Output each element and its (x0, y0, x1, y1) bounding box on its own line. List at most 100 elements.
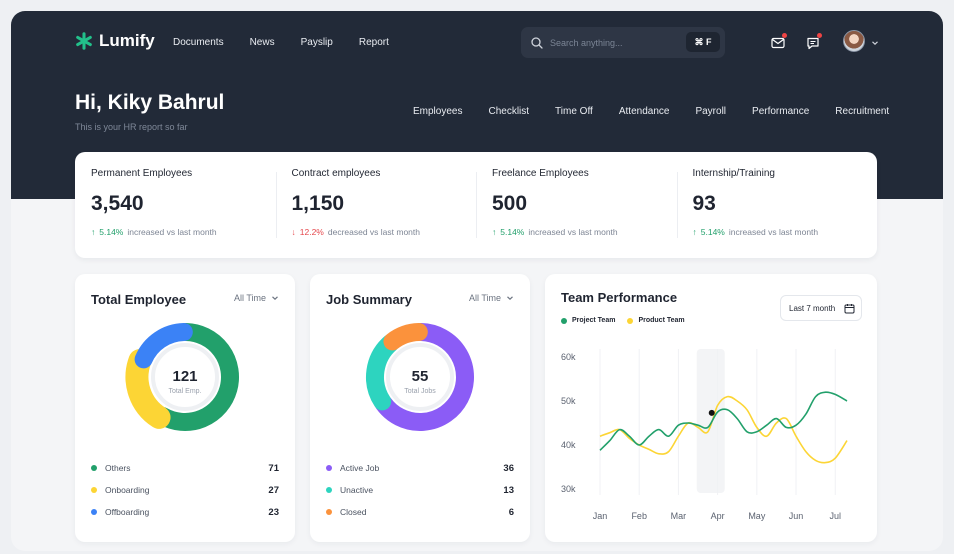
nav-item-payslip[interactable]: Payslip (301, 37, 333, 48)
stats-card: Permanent Employees 3,540 ↑ 5.14% increase… (75, 152, 877, 258)
team-performance-card: Team Performance Project Team Product Te… (545, 274, 877, 542)
messages-button[interactable] (806, 33, 824, 52)
legend-value: 27 (268, 484, 279, 496)
legend-value: 23 (268, 506, 279, 518)
arrow-up-icon: ↑ (692, 227, 697, 237)
x-tick-label: May (748, 511, 766, 521)
stat-freelance: Freelance Employees 500 ↑ 5.14% increased … (476, 152, 677, 258)
filter-label: All Time (468, 293, 501, 303)
stat-permanent: Permanent Employees 3,540 ↑ 5.14% increase… (75, 152, 276, 258)
x-tick-label: Mar (671, 511, 687, 521)
tab-attendance[interactable]: Attendance (619, 106, 670, 117)
stat-title: Permanent Employees (91, 168, 193, 179)
legend-label: Onboarding (105, 485, 150, 495)
job-summary-card: Job Summary All Time 55 Total Jobs Active… (310, 274, 530, 542)
stat-trend: ↑ 5.14% increased vs last month (492, 227, 661, 237)
stat-trend: ↑ 5.14% increased vs last month (693, 227, 862, 237)
job-summary-legend: Active Job 36 Unactive 13 Closed 6 (326, 457, 514, 523)
section-tabs: Employees Checklist Time Off Attendance … (413, 106, 889, 117)
highlight-point[interactable] (708, 409, 715, 416)
tab-checklist[interactable]: Checklist (488, 106, 529, 117)
stat-internship: Internship/Training 93 ↑ 5.14% increased v… (676, 152, 878, 258)
stat-trend: ↑ 5.14% increased vs last month (91, 227, 260, 237)
legend-item-closed: Closed 6 (326, 501, 514, 523)
legend-dot (91, 465, 97, 471)
stat-contract: Contract employees 1,150 ↓ 12.2% decreased… (275, 152, 477, 258)
legend-value: 71 (268, 462, 279, 474)
tab-employees[interactable]: Employees (413, 106, 462, 117)
asterisk-logo-icon (76, 32, 92, 50)
legend-value: 36 (503, 462, 514, 474)
stat-change: 5.14% (500, 227, 525, 237)
donut-center-label: Total Jobs (404, 388, 436, 395)
legend-dot (326, 465, 332, 471)
donut-center-value: 121 (172, 368, 197, 385)
legend-dot (326, 509, 332, 515)
search-input[interactable] (550, 37, 680, 48)
page-title: Hi, Kiky Bahrul (75, 91, 225, 114)
avatar[interactable] (843, 30, 865, 52)
stat-value: 1,150 (291, 192, 345, 215)
chevron-down-icon (507, 296, 513, 301)
filter-label: All Time (233, 293, 266, 303)
y-tick-label: 60k (561, 352, 576, 362)
dashboard-window: Lumify Documents News Payslip Report ⌘ F (11, 11, 943, 551)
main-nav: Documents News Payslip Report (173, 37, 389, 48)
nav-item-news[interactable]: News (250, 37, 275, 48)
x-tick-label: Apr (711, 511, 725, 521)
mail-button[interactable] (771, 33, 789, 52)
brand-logo[interactable]: Lumify (75, 31, 155, 51)
chevron-down-icon (272, 296, 278, 301)
legend-dot (326, 487, 332, 493)
stat-value: 93 (692, 192, 716, 215)
legend-item-offboarding: Offboarding 23 (91, 501, 279, 523)
y-tick-label: 30k (561, 484, 576, 494)
top-navbar: Lumify Documents News Payslip Report ⌘ F (75, 27, 883, 59)
donut-center-label: Total Emp. (168, 388, 201, 395)
stat-note: increased vs last month (728, 227, 819, 237)
stat-change: 5.14% (99, 227, 124, 237)
stat-value: 3,540 (91, 192, 144, 215)
total-employee-card: Total Employee All Time 121 Total Emp. Ot… (75, 274, 295, 542)
legend-item-active-job: Active Job 36 (326, 457, 514, 479)
x-tick-label: Jun (789, 511, 804, 521)
arrow-up-icon: ↑ (91, 227, 96, 237)
tab-time-off[interactable]: Time Off (555, 106, 593, 117)
stat-note: increased vs last month (127, 227, 217, 237)
card-title: Job Summary (326, 292, 412, 307)
tab-recruitment[interactable]: Recruitment (835, 106, 889, 117)
donut-segment-closed[interactable] (383, 323, 428, 351)
chat-icon (807, 37, 819, 50)
tab-performance[interactable]: Performance (752, 106, 809, 117)
legend-label: Closed (340, 507, 367, 517)
legend-dot (91, 487, 97, 493)
arrow-down-icon: ↓ (291, 227, 296, 237)
legend-label: Others (105, 463, 131, 473)
stat-note: increased vs last month (528, 227, 618, 237)
messages-notification-dot (817, 33, 822, 38)
search-icon (531, 36, 543, 49)
nav-item-documents[interactable]: Documents (173, 37, 224, 48)
nav-item-report[interactable]: Report (359, 37, 389, 48)
brand-name: Lumify (99, 31, 155, 50)
time-filter-dropdown[interactable]: All Time (469, 293, 514, 303)
stat-value: 500 (492, 192, 528, 215)
arrow-up-icon: ↑ (492, 227, 497, 237)
x-tick-label: Jan (593, 511, 608, 521)
chevron-down-icon[interactable] (871, 39, 879, 47)
total-employee-legend: Others 71 Onboarding 27 Offboarding 23 (91, 457, 279, 523)
legend-label: Offboarding (105, 507, 150, 517)
y-tick-label: 50k (561, 396, 576, 406)
page-subtitle: This is your HR report so far (75, 122, 188, 132)
legend-dot (91, 509, 97, 515)
stat-note: decreased vs last month (327, 227, 420, 237)
legend-value: 13 (503, 484, 514, 496)
tab-payroll[interactable]: Payroll (695, 106, 726, 117)
search-bar[interactable]: ⌘ F (521, 27, 725, 58)
legend-item-others: Others 71 (91, 457, 279, 479)
stat-trend: ↓ 12.2% decreased vs last month (292, 227, 461, 237)
time-filter-dropdown[interactable]: All Time (234, 293, 279, 303)
stat-change: 5.14% (700, 227, 725, 237)
highlight-band (696, 349, 725, 493)
x-tick-label: Jul (829, 511, 841, 521)
